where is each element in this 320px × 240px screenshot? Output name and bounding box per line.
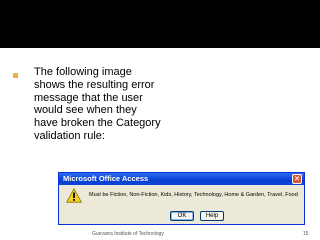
page-number: 15 (303, 231, 309, 237)
error-dialog: Microsoft Office Access × Must be Fictio… (58, 172, 305, 225)
dialog-titlebar[interactable]: Microsoft Office Access × (59, 173, 304, 185)
warning-icon (66, 188, 82, 203)
dialog-message: Must be Fiction, Non-Fiction, Kids, Hist… (89, 192, 298, 198)
slide-bullet-text: The following image shows the resulting … (34, 66, 161, 142)
dialog-title: Microsoft Office Access (63, 174, 149, 183)
close-icon[interactable]: × (292, 174, 302, 184)
slide-footer: Guevarra Institute of Technology (92, 231, 164, 237)
help-button[interactable]: Help (200, 211, 224, 221)
slide-top-band (0, 0, 320, 48)
ok-button[interactable]: OK (170, 211, 194, 221)
bullet-marker (13, 73, 18, 78)
